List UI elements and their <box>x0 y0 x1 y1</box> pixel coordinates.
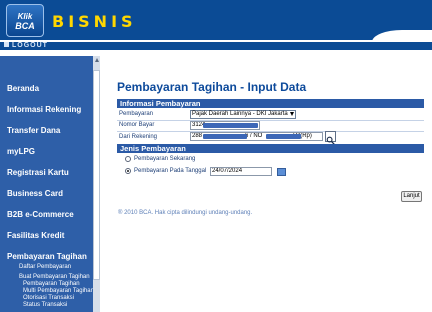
logout-link[interactable]: LOGOUT <box>4 42 48 50</box>
sidebar-sub-status-transaksi[interactable]: Status Transaksi <box>23 302 67 309</box>
section-informasi-pembayaran: Informasi Pembayaran <box>117 99 424 108</box>
redaction-mask <box>203 123 258 128</box>
sidebar-sub-daftar-pembayaran[interactable]: Daftar Pembayaran <box>19 264 71 271</box>
radio-pembayaran-sekarang[interactable] <box>125 156 131 162</box>
label-dari-rekening: Dari Rekening <box>119 134 158 140</box>
dari-rekening-mid: 6 / NO <box>245 133 263 139</box>
header-divider <box>0 40 432 42</box>
sidebar-scrollbar[interactable] <box>93 56 100 312</box>
dari-rekening-prefix: 288 <box>192 133 203 139</box>
logout-label: LOGOUT <box>12 42 48 49</box>
sidebar-item-pembayaran-tagihan[interactable]: Pembayaran Tagihan <box>7 252 87 261</box>
sidebar-item-informasi-rekening[interactable]: Informasi Rekening <box>7 105 81 114</box>
sidebar-item-beranda[interactable]: Beranda <box>7 84 39 93</box>
logo-text-klik: Klik <box>17 12 33 21</box>
pembayaran-select-value: Pajak Daerah Lainnya - DKI Jakarta <box>192 111 288 117</box>
redaction-mask <box>266 134 301 139</box>
scroll-up-arrow-icon[interactable] <box>95 58 99 62</box>
sidebar-sub-multi-pembayaran[interactable]: Multi Pembayaran Tagihan <box>23 288 94 295</box>
copyright-text: ® 2010 BCA. Hak cipta dilindungi undang-… <box>118 210 253 216</box>
sidebar-sub-otorisasi-transaksi[interactable]: Otorisasi Transaksi <box>23 295 74 302</box>
brand-title: BISNIS <box>52 12 137 31</box>
radio-label-pada-tanggal: Pembayaran Pada Tanggal <box>134 168 207 174</box>
chevron-down-icon <box>290 112 294 116</box>
tanggal-input[interactable]: 24/07/2024 <box>210 167 272 176</box>
label-pembayaran: Pembayaran <box>119 111 154 117</box>
calendar-icon[interactable] <box>277 168 286 176</box>
radio-pembayaran-pada-tanggal[interactable] <box>125 168 131 174</box>
sidebar-item-business-card[interactable]: Business Card <box>7 189 63 198</box>
pembayaran-select[interactable]: Pajak Daerah Lainnya - DKI Jakarta <box>190 110 296 119</box>
sidebar-item-fasilitas-kredit[interactable]: Fasilitas Kredit <box>7 231 64 240</box>
redaction-mask <box>203 134 247 139</box>
klikbca-logo: Klik BCA <box>6 4 44 37</box>
tanggal-value: 24/07/2024 <box>212 168 243 174</box>
sidebar-item-registrasi-kartu[interactable]: Registrasi Kartu <box>7 168 69 177</box>
sidebar-item-transfer-dana[interactable]: Transfer Dana <box>7 126 60 135</box>
search-lookup-button[interactable] <box>325 131 336 145</box>
sidebar-scroll-thumb[interactable] <box>93 70 100 280</box>
row-divider <box>117 120 424 121</box>
radio-label-sekarang: Pembayaran Sekarang <box>134 156 196 162</box>
sidebar-item-mylpg[interactable]: myLPG <box>7 147 35 156</box>
sidebar-menu: Beranda Informasi Rekening Transfer Dana… <box>0 56 100 312</box>
label-nomor-bayar: Nomor Bayar <box>119 122 155 128</box>
sidebar-item-b2b-ecommerce[interactable]: B2B e-Commerce <box>7 210 74 219</box>
header-bar: Klik BCA BISNIS LOGOUT <box>0 0 432 50</box>
sidebar-sub-buat-pembayaran[interactable]: Buat Pembayaran Tagihan <box>19 274 90 281</box>
logo-text-bca: BCA <box>15 21 35 31</box>
lanjut-button[interactable]: Lanjut <box>401 191 422 202</box>
sidebar-sub-pembayaran-tagihan[interactable]: Pembayaran Tagihan <box>23 281 80 288</box>
section-jenis-pembayaran: Jenis Pembayaran <box>117 144 424 153</box>
page-title: Pembayaran Tagihan - Input Data <box>117 80 307 94</box>
logout-bullet-icon <box>4 42 9 47</box>
